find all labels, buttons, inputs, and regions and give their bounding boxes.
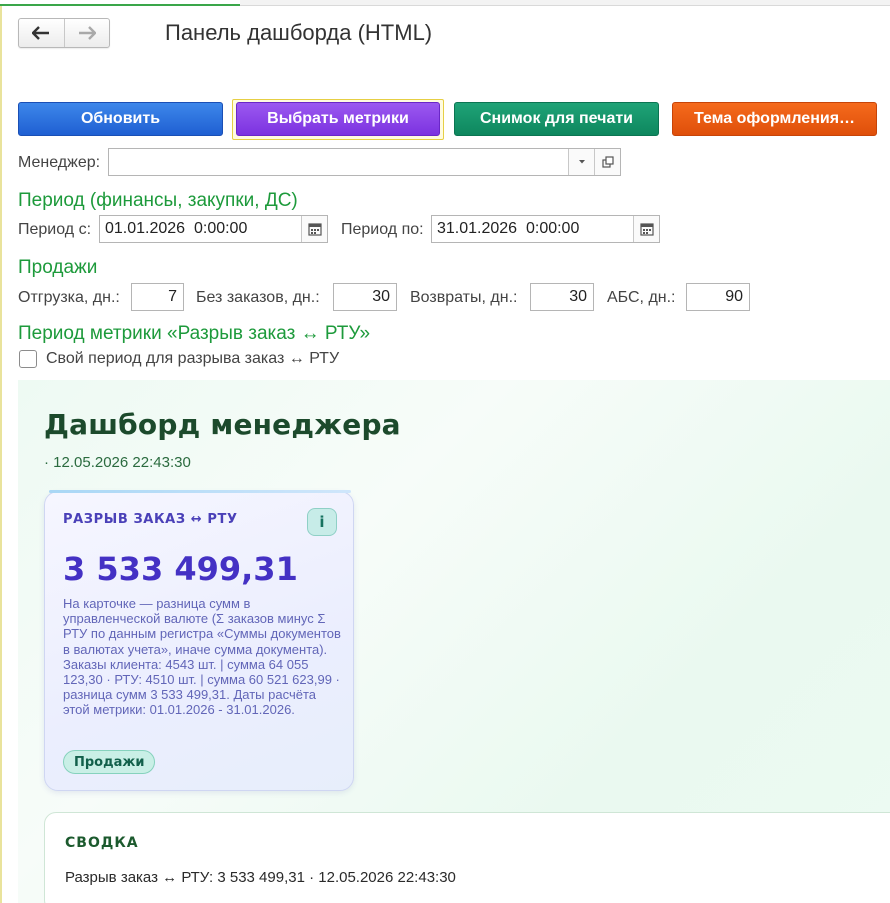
calendar-icon	[639, 223, 654, 236]
sales-section-title: Продажи	[18, 257, 98, 278]
shipment-days-label: Отгрузка, дн.:	[18, 289, 120, 306]
period-from-value: 01.01.2026 0:00:00	[105, 220, 248, 237]
manager-dropdown-button[interactable]	[568, 149, 594, 175]
open-window-icon	[601, 156, 614, 168]
returns-days-input[interactable]: 30	[530, 283, 594, 311]
metric-period-section-title: Период метрики «Разрыв заказ ↔ РТУ»	[18, 323, 371, 344]
theme-button[interactable]: Тема оформления…	[672, 102, 877, 136]
print-snapshot-button[interactable]: Снимок для печати	[454, 102, 659, 136]
metric-card-order-gap[interactable]: РАЗРЫВ ЗАКАЗ ↔ РТУ i 3 533 499,31 На кар…	[44, 490, 354, 791]
metric-card-heading: РАЗРЫВ ЗАКАЗ ↔ РТУ	[63, 512, 238, 527]
metric-card-value: 3 533 499,31	[63, 550, 298, 588]
active-tab-indicator[interactable]	[0, 0, 240, 6]
period-to-value: 31.01.2026 0:00:00	[437, 220, 580, 237]
dashboard-title: Дашборд менеджера	[44, 408, 401, 441]
custom-period-checkbox[interactable]	[19, 350, 37, 368]
forward-button[interactable]	[63, 19, 110, 47]
refresh-button[interactable]: Обновить	[18, 102, 223, 136]
calendar-icon	[307, 223, 322, 236]
custom-period-checkbox-label[interactable]: Свой период для разрыва заказ ↔ РТУ	[46, 350, 339, 368]
dashboard-timestamp: · 12.05.2026 22:43:30	[44, 454, 191, 471]
dashboard-panel: Дашборд менеджера · 12.05.2026 22:43:30 …	[18, 380, 890, 903]
left-accent-line	[0, 6, 2, 903]
abc-days-input[interactable]: 90	[686, 283, 750, 311]
period-to-calendar-button[interactable]	[633, 216, 659, 242]
metric-card-description: На карточке — разница сумм в управленчес…	[63, 596, 341, 718]
chevron-down-icon	[578, 160, 585, 164]
summary-line: Разрыв заказ ↔ РТУ: 3 533 499,31 · 12.05…	[65, 869, 456, 886]
shipment-days-input[interactable]: 7	[131, 283, 184, 311]
navigation-buttons	[18, 18, 110, 48]
no-orders-days-input[interactable]: 30	[333, 283, 397, 311]
select-metrics-button[interactable]: Выбрать метрики	[236, 102, 440, 136]
manager-label: Менеджер:	[18, 154, 101, 171]
page-title: Панель дашборда (HTML)	[165, 20, 433, 45]
period-from-label: Период с:	[18, 221, 92, 238]
sales-tag[interactable]: Продажи	[63, 750, 156, 774]
arrow-left-icon	[32, 26, 50, 40]
info-icon[interactable]: i	[307, 508, 337, 536]
card-top-accent	[49, 490, 351, 493]
abc-days-label: АБС, дн.:	[607, 289, 676, 306]
period-from-calendar-button[interactable]	[301, 216, 327, 242]
period-to-label: Период по:	[341, 221, 424, 238]
summary-block: СВОДКА Разрыв заказ ↔ РТУ: 3 533 499,31 …	[44, 812, 890, 903]
period-to-field[interactable]: 31.01.2026 0:00:00	[431, 215, 660, 243]
period-from-field[interactable]: 01.01.2026 0:00:00	[99, 215, 328, 243]
no-orders-days-label: Без заказов, дн.:	[196, 289, 320, 306]
summary-heading: СВОДКА	[65, 835, 139, 851]
back-button[interactable]	[19, 19, 64, 47]
arrow-right-icon	[78, 26, 96, 40]
manager-open-button[interactable]	[594, 149, 620, 175]
tab-strip	[0, 0, 890, 6]
period-section-title: Период (финансы, закупки, ДС)	[18, 190, 298, 211]
returns-days-label: Возвраты, дн.:	[410, 289, 518, 306]
manager-field[interactable]	[108, 148, 621, 176]
